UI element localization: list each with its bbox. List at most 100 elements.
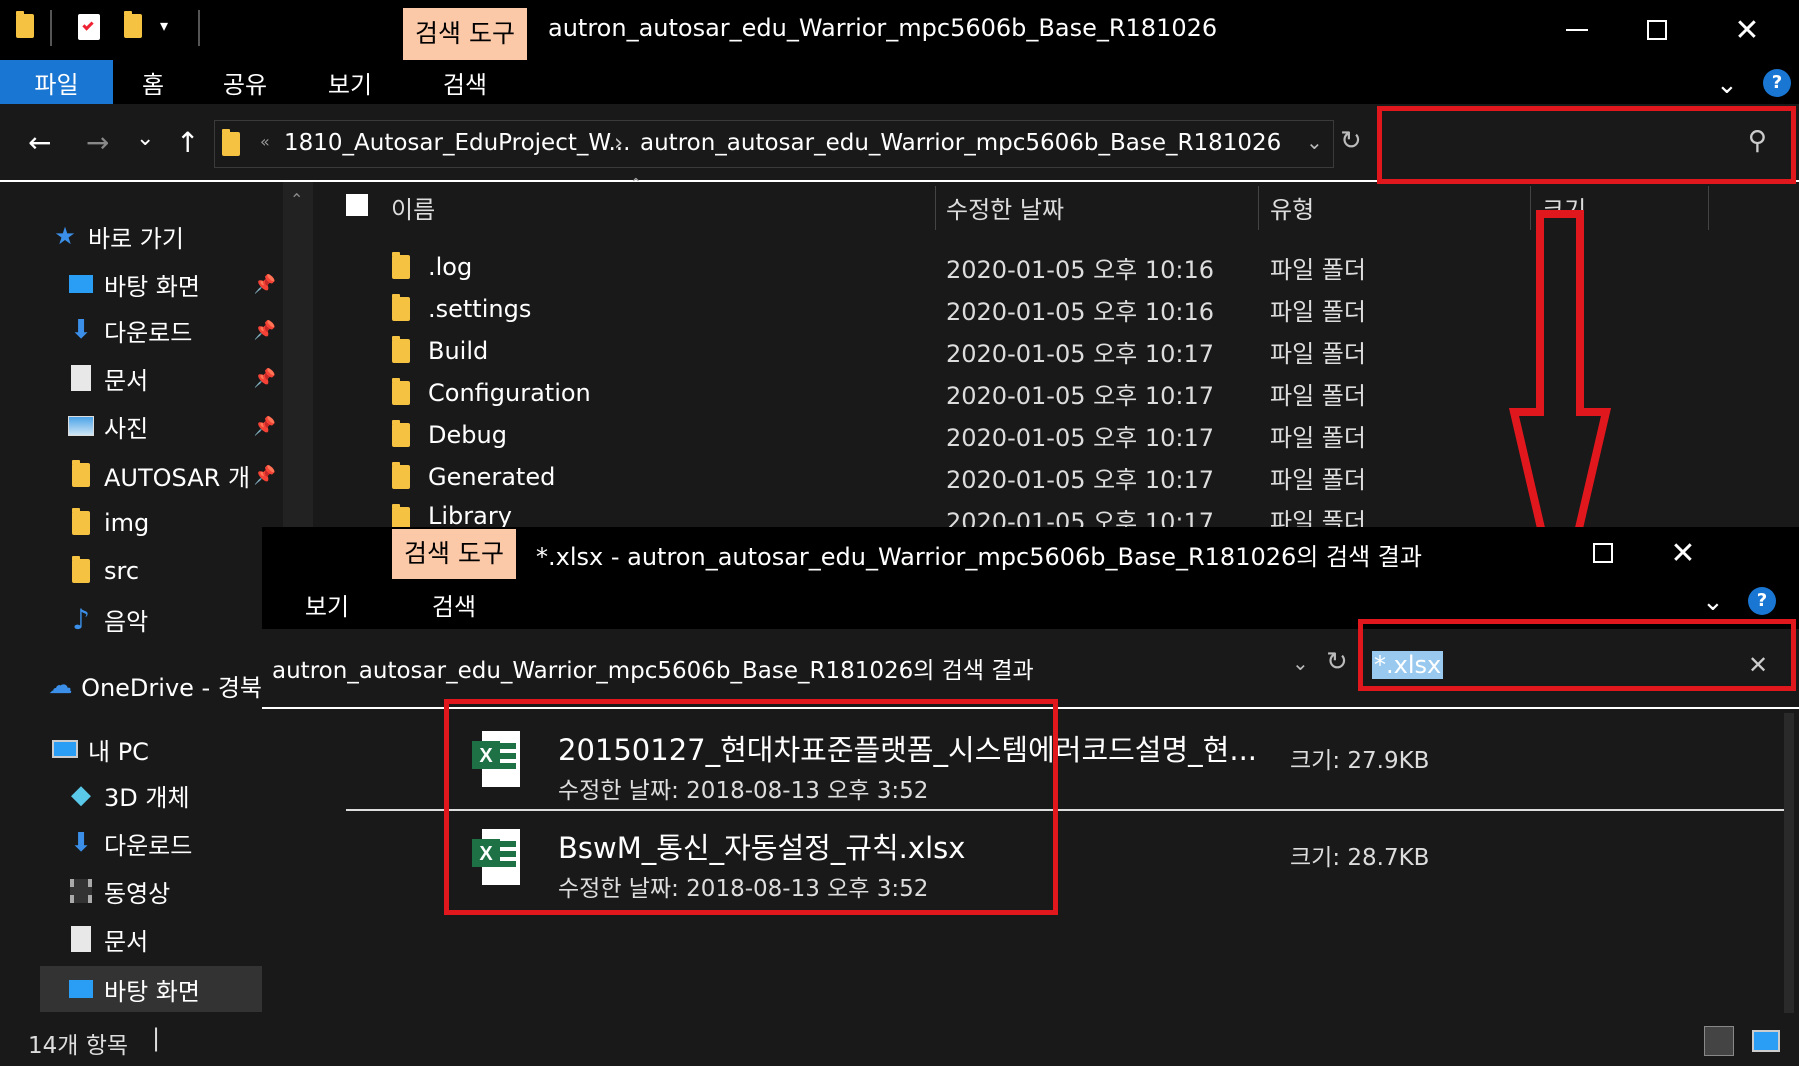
nav-item-videos[interactable]: 동영상 [66,868,262,914]
close-button[interactable]: ✕ [1712,0,1782,60]
item-count: 14개 항목 [28,1033,129,1059]
search-tools-context-tab: 검색 도구 [403,8,527,60]
result-size: 크기: 28.7KB [1290,845,1430,871]
download-icon: ⬇ [70,315,92,345]
nav-item-desktop-pc[interactable]: 바탕 화면 [40,966,278,1012]
back-arrow-icon[interactable]: ← [28,126,51,159]
overflow-chevron-icon[interactable]: « [260,132,270,151]
maximize-button[interactable] [1622,0,1692,60]
recent-locations-chevron-icon[interactable]: ⌄ [136,126,154,151]
cube-icon: ◆ [71,780,91,810]
tab-view[interactable]: 보기 [310,60,390,104]
nav-item-desktop[interactable]: 바탕 화면 📌 [66,261,282,307]
tab-share[interactable]: 공유 [205,60,285,104]
nav-item-this-pc[interactable]: 내 PC [50,726,262,772]
sort-ascending-icon: ⌃ [630,176,642,192]
column-divider[interactable] [935,186,936,230]
refresh-icon[interactable]: ↻ [1340,126,1362,156]
nav-item-documents[interactable]: 문서 📌 [66,355,282,401]
folder-icon [222,129,240,156]
folder-icon [392,420,410,447]
pin-icon[interactable]: 📌 [254,465,276,486]
close-icon: ✕ [1734,12,1760,48]
large-icons-view-icon[interactable] [1752,1030,1780,1052]
ribbon-expand-chevron-icon[interactable]: ⌄ [1702,587,1724,617]
up-arrow-icon[interactable]: ↑ [176,126,199,159]
nav-item-downloads-pc[interactable]: ⬇ 다운로드 [66,820,262,866]
list-item[interactable]: Library 2020-01-05 오후 10:17 파일 폴더 [380,498,1580,527]
select-all-checkbox[interactable] [346,194,368,216]
folder-icon [66,460,96,487]
column-divider[interactable] [1258,186,1259,230]
video-icon [66,879,96,903]
details-view-icon[interactable] [1704,1026,1734,1056]
pc-icon [50,740,80,758]
desktop-icon [66,980,96,998]
cloud-icon: ☁ [48,671,73,699]
qat-dropdown-icon[interactable]: ▾ [160,16,168,35]
folder-icon [66,556,96,583]
status-divider: | [152,1024,161,1052]
close-button[interactable]: ✕ [1648,523,1718,583]
folder-icon [392,462,410,489]
folder-icon [392,504,410,527]
document-icon [66,926,96,952]
close-icon: ✕ [1670,535,1696,571]
folder-icon [392,336,410,363]
breadcrumb-item[interactable]: 1810_Autosar_EduProject_W... [284,130,630,156]
status-bar [0,1016,1799,1066]
nav-item-3d-objects[interactable]: ◆ 3D 개체 [66,772,262,818]
properties-icon[interactable] [78,14,100,40]
column-header-name[interactable]: 이름 [391,182,435,232]
list-item[interactable]: Generated 2020-01-05 오후 10:17 파일 폴더 [380,456,1580,498]
column-divider[interactable] [1708,186,1709,230]
pin-icon[interactable]: 📌 [254,320,276,341]
maximize-button[interactable] [1568,523,1638,583]
annotation-box-search [1377,106,1796,184]
scroll-up-icon[interactable]: ⌃ [290,190,303,209]
pin-icon[interactable]: 📌 [254,368,276,389]
tab-search[interactable]: 검색 [403,60,527,104]
annotation-box-results [444,699,1058,915]
help-icon[interactable]: ? [1748,587,1776,615]
list-item[interactable]: .log 2020-01-05 오후 10:16 파일 폴더 [380,246,1580,288]
list-item[interactable]: Build 2020-01-05 오후 10:17 파일 폴더 [380,330,1580,372]
breadcrumb-separator-icon[interactable]: › [614,130,623,156]
breadcrumb-item[interactable]: autron_autosar_edu_Warrior_mpc5606b_Base… [640,130,1281,156]
new-folder-icon[interactable] [124,11,146,40]
folder-icon [392,252,410,279]
tab-home[interactable]: 홈 [113,60,193,104]
nav-item-quick-access[interactable]: ★ 바로 가기 [50,213,330,259]
list-item[interactable]: Debug 2020-01-05 오후 10:17 파일 폴더 [380,414,1580,456]
nav-item-downloads[interactable]: ⬇ 다운로드 📌 [66,307,282,353]
result-size: 크기: 27.9KB [1290,748,1430,774]
address-dropdown-icon[interactable]: ⌄ [1306,130,1323,154]
list-item[interactable]: Configuration 2020-01-05 오후 10:17 파일 폴더 [380,372,1580,414]
pictures-icon [66,416,96,436]
tab-view[interactable]: 보기 [262,579,392,629]
pin-icon[interactable]: 📌 [254,416,276,437]
forward-arrow-icon[interactable]: → [86,126,109,159]
tab-file[interactable]: 파일 [0,60,113,104]
nav-item-autosar[interactable]: AUTOSAR 개 📌 [66,452,282,498]
document-icon [66,365,96,391]
window-title: autron_autosar_edu_Warrior_mpc5606b_Base… [548,14,1218,42]
folder-icon [66,508,96,535]
toolbar-divider [50,10,52,46]
pin-icon[interactable]: 📌 [254,274,276,295]
folder-icon [392,294,410,321]
minimize-button[interactable] [1542,0,1612,60]
nav-item-pictures[interactable]: 사진 📌 [66,403,282,449]
column-header-date[interactable]: 수정한 날짜 [946,182,1064,232]
toolbar-divider [198,10,200,46]
list-item[interactable]: .settings 2020-01-05 오후 10:16 파일 폴더 [380,288,1580,330]
explorer-window-search-results: 검색 도구 *.xlsx - autron_autosar_edu_Warrio… [262,527,1799,1017]
help-icon[interactable]: ? [1763,69,1791,97]
folder-icon[interactable] [16,11,38,40]
ribbon-expand-chevron-icon[interactable]: ⌄ [1716,70,1738,100]
column-header-type[interactable]: 유형 [1270,182,1314,232]
download-icon: ⬇ [70,828,92,858]
nav-item-documents-pc[interactable]: 문서 [66,916,262,962]
results-scrollbar[interactable] [1784,713,1794,1013]
search-tools-context-tab: 검색 도구 [392,529,516,579]
